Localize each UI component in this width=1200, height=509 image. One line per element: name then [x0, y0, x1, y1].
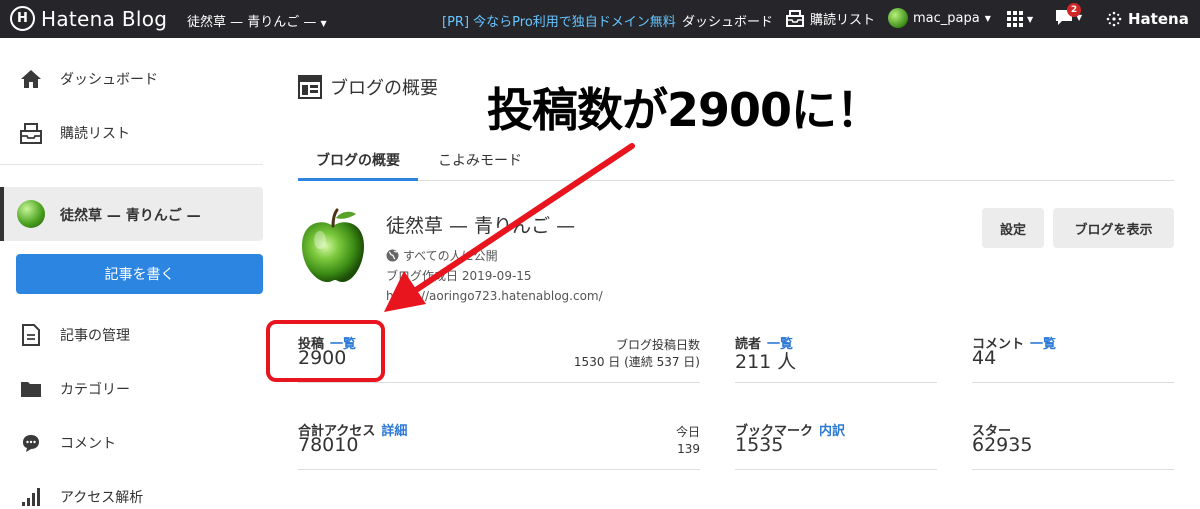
bars-icon [20, 486, 42, 508]
chevron-down-icon: ▼ [320, 19, 327, 28]
promo-link[interactable]: [PR] 今ならPro利用で独自ドメイン無料 [442, 11, 676, 30]
access-detail-link[interactable]: 詳細 [381, 424, 407, 439]
hatena-label: Hatena [1128, 10, 1189, 28]
today-value: 139 [677, 442, 700, 456]
blog-visibility-label: すべての人に公開 [403, 249, 498, 263]
inbox-icon [786, 10, 804, 27]
username: mac_papa [913, 10, 980, 26]
stat-value: 44 [972, 347, 997, 369]
inbox-icon [20, 122, 42, 144]
chevron-down-icon: ▼ [1027, 14, 1034, 24]
blog-visibility: すべての人に公開 [386, 247, 498, 264]
bookmarks-breakdown-link[interactable]: 内訳 [819, 424, 845, 439]
notifications-button[interactable]: 2 ▼ [1055, 3, 1082, 26]
hatena-blog-logo[interactable]: H Hatena Blog [10, 6, 167, 31]
posting-days-value: 1530 日 (連続 537 日) [573, 355, 700, 369]
sidebar-item-label: 記事の管理 [60, 328, 130, 344]
page-title: ブログの概要 [298, 74, 438, 100]
stat-readers: 読者 一覧 211 人 [735, 333, 937, 383]
annotation-headline: 投稿数が2900に！ [487, 83, 882, 137]
posting-days-title: ブログ投稿日数 [615, 338, 700, 352]
top-navigation-bar: H Hatena Blog 徒然草 — 青りんご — ▼ [PR] 今ならPro… [0, 0, 1200, 38]
stat-comments: コメント 一覧 44 [972, 333, 1174, 383]
blog-avatar [17, 200, 45, 228]
sidebar-item-label: 購読リスト [60, 126, 130, 142]
sidebar-item-access-analytics[interactable]: アクセス解析 [0, 479, 275, 509]
logo-text: Hatena Blog [41, 6, 168, 31]
sidebar-item-label: 徒然草 — 青りんご — [60, 208, 201, 224]
stat-value: 78010 [298, 434, 359, 456]
stat-value: 62935 [972, 434, 1033, 456]
sidebar-item-label: コメント [60, 436, 116, 452]
today-title: 今日 [675, 425, 700, 439]
blog-created-date: ブログ作成日 2019-09-15 [386, 269, 532, 283]
folder-icon [20, 378, 42, 400]
dashboard-link[interactable]: ダッシュボード [682, 11, 773, 30]
user-avatar [888, 8, 908, 28]
sidebar-item-subscriptions[interactable]: 購読リスト [0, 115, 275, 151]
home-icon [20, 68, 42, 90]
blog-selector[interactable]: 徒然草 — 青りんご — ▼ [187, 11, 327, 30]
stat-stars: スター 62935 [972, 420, 1174, 470]
blog-name: 徒然草 — 青りんご — [386, 215, 576, 237]
tab-bar: ブログの概要 こよみモード [298, 138, 1174, 181]
sidebar-divider [0, 164, 263, 165]
annotation-highlight-box [266, 320, 385, 382]
comment-icon [20, 432, 42, 454]
tab-overview[interactable]: ブログの概要 [298, 150, 418, 181]
stat-side-info: 今日 139 [676, 424, 700, 458]
sidebar-item-label: アクセス解析 [60, 490, 144, 506]
overview-icon [298, 75, 322, 99]
blog-header: 徒然草 — 青りんご — すべての人に公開 ブログ作成日 2019-09-15 … [298, 208, 1174, 308]
stat-value: 1535 [735, 434, 784, 456]
sidebar-item-comments[interactable]: コメント [0, 425, 275, 461]
globe-icon [386, 249, 399, 262]
settings-button[interactable]: 設定 [982, 208, 1044, 248]
apps-menu-button[interactable]: ▼ [1007, 11, 1033, 27]
chevron-down-icon: ▼ [984, 13, 991, 23]
stat-side-info: ブログ投稿日数 1530 日 (連続 537 日) [574, 337, 700, 371]
hatena-logo-icon: H [10, 6, 35, 31]
grid-icon [1007, 11, 1023, 27]
write-article-button[interactable]: 記事を書く [16, 254, 263, 294]
user-menu[interactable]: mac_papa ▼ [888, 8, 991, 28]
blog-selector-label: 徒然草 — 青りんご — [187, 15, 317, 30]
sidebar-item-categories[interactable]: カテゴリー [0, 371, 275, 407]
hatena-link[interactable]: Hatena [1106, 10, 1189, 28]
page-title-text: ブログの概要 [330, 78, 438, 99]
subscriptions-link[interactable]: 購読リスト [786, 9, 875, 28]
sidebar-item-label: カテゴリー [60, 382, 130, 398]
stat-value: 211 人 [735, 351, 797, 373]
stat-bookmarks: ブックマーク 内訳 1535 [735, 420, 937, 470]
sidebar: ダッシュボード 購読リスト 徒然草 — 青りんご — 記事を書く 記事の管理 カ [0, 38, 275, 509]
blog-url[interactable]: https://aoringo723.hatenablog.com/ [386, 289, 603, 303]
view-blog-button[interactable]: ブログを表示 [1053, 208, 1174, 248]
sidebar-item-label: ダッシュボード [60, 72, 158, 88]
subscriptions-label: 購読リスト [810, 13, 876, 28]
stat-total-access: 合計アクセス 詳細 78010 今日 139 [298, 420, 700, 470]
tab-calendar-mode[interactable]: こよみモード [438, 150, 522, 170]
notification-badge: 2 [1067, 3, 1081, 17]
sidebar-item-manage-articles[interactable]: 記事の管理 [0, 317, 275, 353]
sidebar-item-current-blog[interactable]: 徒然草 — 青りんご — [0, 187, 263, 241]
sidebar-item-dashboard[interactable]: ダッシュボード [0, 61, 275, 97]
hatena-dots-icon [1106, 11, 1122, 27]
document-icon [20, 324, 42, 346]
apple-blog-icon [302, 208, 364, 283]
comments-list-link[interactable]: 一覧 [1030, 337, 1056, 352]
